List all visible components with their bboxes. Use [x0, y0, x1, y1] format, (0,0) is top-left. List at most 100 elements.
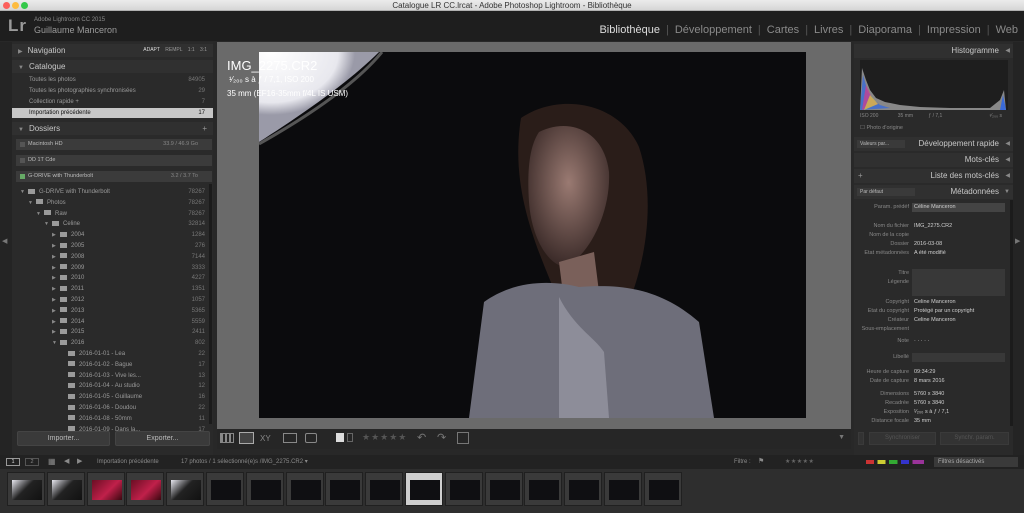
grid-view-icon[interactable] — [220, 433, 234, 443]
metadata-field-input[interactable] — [912, 278, 1005, 296]
flag-pick-icon[interactable] — [336, 433, 344, 442]
survey-view-icon[interactable] — [283, 433, 297, 443]
forward-arrow-icon[interactable]: ▶ — [77, 455, 82, 469]
metadata-field-value[interactable]: Protégé par un copyright — [914, 307, 974, 316]
folder-item[interactable]: 2016-01-04 - Au studio 12 — [12, 381, 213, 391]
catalog-item-previous-import[interactable]: Importation précédente 17 — [12, 108, 213, 118]
metadata-field-input[interactable] — [912, 353, 1005, 362]
folder-disclosure-icon[interactable]: ▶ — [52, 230, 60, 240]
original-photo-checkbox[interactable]: ☐ Photo d'origine — [860, 125, 903, 131]
rotate-right-icon[interactable]: ↷ — [437, 431, 446, 444]
module-develop[interactable]: Développement — [669, 24, 758, 36]
filmstrip-thumbnail[interactable] — [405, 472, 443, 506]
module-map[interactable]: Cartes — [761, 24, 805, 36]
flag-reject-icon[interactable] — [347, 433, 353, 442]
folder-item[interactable]: ▶ 2004 1284 — [12, 230, 213, 240]
add-folder-button[interactable]: + — [202, 122, 207, 135]
filmstrip-thumbnail[interactable] — [484, 472, 523, 506]
add-keyword-button[interactable]: + — [858, 169, 863, 183]
filmstrip-thumbnail[interactable] — [46, 472, 85, 506]
loupe-view-icon[interactable] — [239, 432, 254, 444]
folder-scrollbar[interactable] — [209, 184, 212, 424]
sync-settings-button[interactable]: Synchr. param. — [940, 432, 1009, 445]
folder-item[interactable]: ▶ 2015 2411 — [12, 327, 213, 337]
volume-macintosh-hd[interactable]: Macintosh HD 33.9 / 46.9 Go — [16, 139, 212, 150]
volume-g-drive[interactable]: G-DRIVE with Thunderbolt 3.2 / 3.7 To — [16, 171, 212, 182]
folder-item[interactable]: 2016-01-05 - Guillaume 16 — [12, 392, 213, 402]
folder-disclosure-icon[interactable]: ▶ — [52, 284, 60, 294]
right-panel-toggle-strip[interactable]: ▶ — [1013, 42, 1024, 455]
folder-disclosure-icon[interactable]: ▼ — [36, 209, 44, 219]
metadata-field-value[interactable]: IMG_2275.CR2 — [914, 222, 952, 231]
module-print[interactable]: Impression — [921, 24, 987, 36]
folder-item[interactable]: 2016-01-06 - Doudou 22 — [12, 403, 213, 413]
folder-item[interactable]: 2016-01-02 - Bague 17 — [12, 360, 213, 370]
metadata-field-value[interactable]: 5760 x 3840 — [914, 399, 944, 408]
folder-item[interactable]: ▼ Photos 78267 — [12, 198, 213, 208]
folder-item[interactable]: ▶ 2005 276 — [12, 241, 213, 251]
filmstrip-thumbnail[interactable] — [126, 472, 165, 506]
metadata-field-value[interactable]: 2016-03-08 — [914, 240, 942, 249]
filmstrip-thumbnail[interactable] — [564, 472, 603, 506]
filmstrip-thumbnail[interactable] — [86, 472, 125, 506]
color-label-filter[interactable] — [866, 460, 924, 464]
left-panel-toggle-strip[interactable]: ◀ — [0, 42, 12, 455]
filmstrip-thumbnail[interactable] — [285, 472, 324, 506]
folder-item[interactable]: ▶ 2012 1057 — [12, 295, 213, 305]
metadata-header[interactable]: Par défaut Métadonnées ▼ — [854, 185, 1013, 199]
histogram-header[interactable]: Histogramme ◀ — [854, 44, 1013, 58]
histogram-graph[interactable] — [860, 60, 1008, 110]
folder-disclosure-icon[interactable]: ▼ — [44, 219, 52, 229]
filmstrip-thumbnail[interactable] — [643, 472, 682, 506]
metadata-field-value[interactable]: A été modifié — [914, 249, 946, 258]
metadata-field-value[interactable]: · · · · · — [914, 337, 929, 346]
filmstrip-thumbnail[interactable] — [166, 472, 205, 506]
folder-item[interactable]: ▶ 2010 4227 — [12, 273, 213, 283]
window-2-button[interactable]: 2 — [25, 458, 39, 466]
folder-item[interactable]: ▶ 2013 5365 — [12, 306, 213, 316]
metadata-field-value[interactable]: Celine Manceron — [914, 316, 956, 325]
filmstrip-thumbnail[interactable] — [604, 472, 642, 506]
filmstrip-thumbnail[interactable] — [365, 472, 404, 506]
metadata-field-value[interactable]: Celine Manceron — [914, 298, 956, 307]
folder-item[interactable]: ▼ 2016 802 — [12, 338, 213, 348]
folder-item[interactable]: ▼ Raw 78267 — [12, 209, 213, 219]
import-button[interactable]: Importer... — [17, 431, 110, 446]
folder-disclosure-icon[interactable]: ▼ — [28, 198, 36, 208]
module-slideshow[interactable]: Diaporama — [852, 24, 918, 36]
back-arrow-icon[interactable]: ◀ — [64, 455, 69, 469]
filter-preset-select[interactable]: Filtres désactivés — [934, 457, 1018, 467]
folder-disclosure-icon[interactable]: ▼ — [52, 338, 60, 348]
folder-disclosure-icon[interactable]: ▶ — [52, 327, 60, 337]
people-view-icon[interactable] — [305, 433, 317, 443]
filmstrip-thumbnail[interactable] — [7, 472, 45, 506]
metadata-field-value[interactable]: 35 mm — [914, 417, 931, 426]
volume-dd-1t[interactable]: DD 1T Cde — [16, 155, 212, 166]
folder-disclosure-icon[interactable]: ▶ — [52, 252, 60, 262]
grid-icon[interactable]: ▦ — [48, 455, 56, 469]
metadata-preset-select[interactable]: Par défaut — [857, 188, 915, 196]
catalog-item-all-photos[interactable]: Toutes les photos 84905 — [12, 75, 213, 85]
folder-item[interactable]: ▶ 2011 1351 — [12, 284, 213, 294]
metadata-field-input[interactable] — [912, 269, 1005, 278]
filmstrip-thumbnail[interactable] — [245, 472, 284, 506]
folder-item[interactable]: 2016-01-03 - Vive les... 13 — [12, 371, 213, 381]
quick-develop-preset-select[interactable]: Valeurs par... — [857, 140, 905, 148]
metadata-field-value[interactable]: 8 mars 2016 — [914, 377, 945, 386]
folder-item[interactable]: ▼ G-DRIVE with Thunderbolt 78267 — [12, 187, 213, 197]
star-rating-icon[interactable]: ★★★★★ — [362, 432, 407, 443]
filmstrip-thumbnail[interactable] — [444, 472, 483, 506]
folder-disclosure-icon[interactable]: ▶ — [52, 263, 60, 273]
folder-item[interactable]: ▼ Celine 32814 — [12, 219, 213, 229]
folder-item[interactable]: 2016-01-01 - Lea 22 — [12, 349, 213, 359]
catalog-item-quick-collection[interactable]: Collection rapide +7 — [12, 97, 213, 107]
filmstrip-source[interactable]: Importation précédente — [97, 455, 159, 469]
sync-toggle-switch[interactable] — [858, 432, 864, 445]
zoom-1to1-option[interactable]: 1:1 — [188, 47, 195, 53]
sync-metadata-button[interactable]: Synchroniser — [869, 432, 936, 445]
folders-header[interactable]: ▼ Dossiers + — [12, 122, 213, 135]
zoom-fit-option[interactable]: ADAPT — [143, 47, 160, 53]
window-1-button[interactable]: 1 — [6, 458, 20, 466]
folder-disclosure-icon[interactable]: ▶ — [52, 273, 60, 283]
folder-item[interactable]: 2016-01-08 - 50mm 11 — [12, 414, 213, 424]
